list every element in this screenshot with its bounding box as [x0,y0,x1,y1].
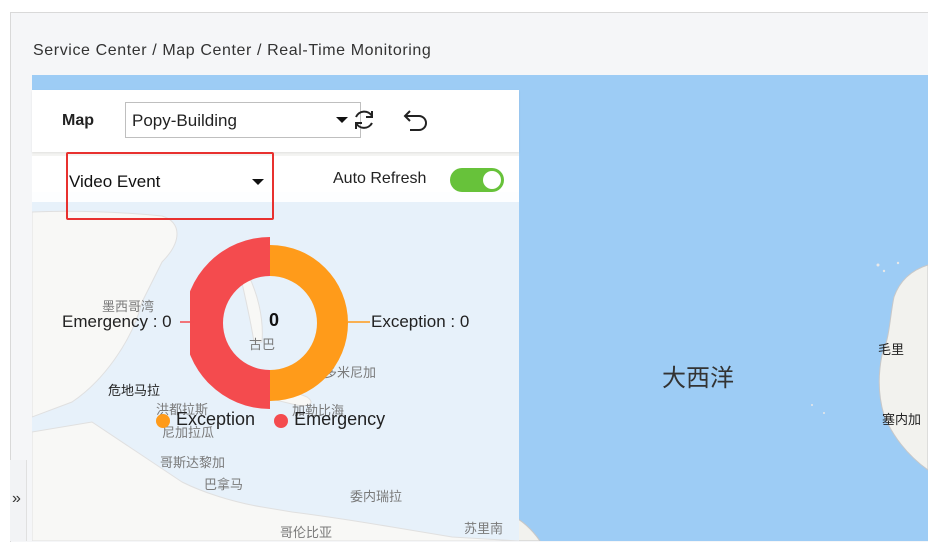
map-label-venezuela: 委内瑞拉 [350,490,403,505]
donut-slice-emergency[interactable] [190,237,270,409]
expand-panel-handle[interactable]: » [10,460,27,541]
toggle-knob [483,171,501,189]
emergency-count-label: Emergency : 0 [62,312,172,331]
auto-refresh-label: Auto Refresh [333,170,427,187]
auto-refresh-toggle[interactable] [450,168,504,192]
panel-body: Video Event Auto Refresh 墨西哥湾 古巴 多米尼加 危地… [32,152,519,541]
double-chevron-right-icon: » [12,490,21,507]
legend-label-exception: Exception [176,409,256,429]
legend-dot-emergency [274,414,289,428]
emergency-leader-line [180,321,194,323]
map-select-value: Popy-Building [132,111,237,130]
map-label-guatemala: 危地马拉 [108,384,161,399]
legend-item-exception[interactable]: Exception [156,409,255,430]
map-select[interactable]: Popy-Building [125,102,361,138]
map-label-costa-rica: 哥斯达黎加 [160,456,226,471]
legend-label-emergency: Emergency [294,409,386,429]
map-label-mauritania: 毛里 [878,343,905,358]
exception-leader-line [348,321,370,323]
map-label-senegal: 塞内加 [882,413,922,428]
highlight-annotation-box [66,152,274,220]
legend-dot-exception [156,414,170,428]
donut-center-value: 0 [269,310,280,330]
monitoring-panel: Map Popy-Building Video Event Auto Refre… [32,90,519,541]
chevron-down-icon [336,117,348,123]
panel-toolbar: Map Popy-Building [32,90,519,152]
map-label-suriname: 苏里南 [464,522,504,537]
exception-count-label: Exception : 0 [371,312,470,331]
undo-icon[interactable] [402,106,430,134]
map-label-colombia: 哥伦比亚 [280,526,333,541]
breadcrumb: Service Center / Map Center / Real-Time … [33,42,432,59]
donut-slice-exception[interactable] [270,245,348,401]
map-label: Map [62,112,94,129]
chart-legend: Exception Emergency [156,409,399,430]
map-label-panama: 巴拿马 [204,478,244,493]
map-label-ocean: 大西洋 [662,364,734,392]
refresh-icon[interactable] [350,106,378,134]
legend-item-emergency[interactable]: Emergency [274,409,385,430]
